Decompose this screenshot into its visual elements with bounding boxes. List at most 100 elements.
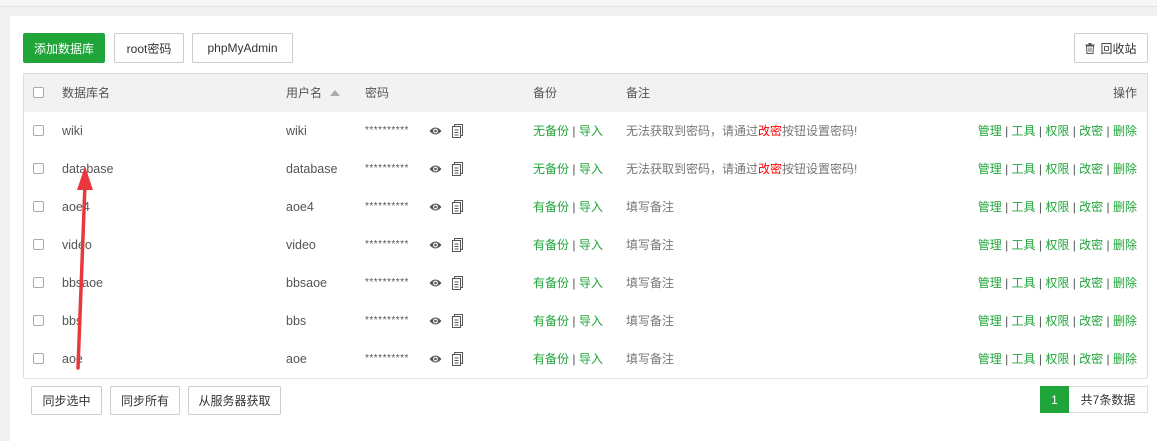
table-row: wiki wiki ********** 无备份 | 导入 无法获取到密码，请通过改密按…: [24, 112, 1147, 151]
tools-link[interactable]: 工具: [1012, 314, 1036, 328]
change-password-link[interactable]: 改密: [1079, 124, 1103, 138]
fetch-from-server-button[interactable]: 从服务器获取: [188, 386, 281, 415]
permissions-link[interactable]: 权限: [1045, 124, 1069, 138]
eye-icon[interactable]: [429, 126, 442, 136]
backup-status-link[interactable]: 有备份: [533, 276, 569, 290]
table-row: bbsaoe bbsaoe ********** 有备份 | 导入 填写备注 管理 | 工…: [24, 264, 1147, 303]
recycle-bin-button[interactable]: 回收站: [1074, 33, 1148, 63]
phpmyadmin-button[interactable]: phpMyAdmin: [192, 33, 293, 63]
copy-icon[interactable]: [452, 314, 463, 328]
col-header-ops: 操作: [1112, 86, 1137, 100]
change-password-link[interactable]: 改密: [1079, 238, 1103, 252]
row-checkbox[interactable]: [33, 201, 44, 212]
db-name: bbs: [62, 314, 83, 328]
table-row: bbs bbs ********** 有备份 | 导入 填写备注 管理 | 工具 | 权限…: [24, 302, 1147, 341]
change-password-link[interactable]: 改密: [1079, 162, 1103, 176]
delete-link[interactable]: 删除: [1113, 200, 1137, 214]
delete-link[interactable]: 删除: [1113, 162, 1137, 176]
change-password-hint-link[interactable]: 改密: [758, 124, 782, 138]
delete-link[interactable]: 删除: [1113, 276, 1137, 290]
manage-link[interactable]: 管理: [978, 314, 1002, 328]
import-link[interactable]: 导入: [579, 162, 603, 176]
eye-icon[interactable]: [429, 278, 442, 288]
note-text: 填写备注: [626, 200, 675, 214]
copy-icon[interactable]: [452, 276, 463, 290]
manage-link[interactable]: 管理: [978, 352, 1002, 366]
backup-status-link[interactable]: 有备份: [533, 314, 569, 328]
import-link[interactable]: 导入: [579, 276, 603, 290]
row-checkbox[interactable]: [33, 163, 44, 174]
row-checkbox[interactable]: [33, 239, 44, 250]
delete-link[interactable]: 删除: [1113, 314, 1137, 328]
note-field[interactable]: 无法获取到密码，请通过改密按钮设置密码!: [626, 112, 857, 150]
permissions-link[interactable]: 权限: [1045, 200, 1069, 214]
eye-icon[interactable]: [429, 240, 442, 250]
sync-selected-button[interactable]: 同步选中: [31, 386, 102, 415]
backup-status-link[interactable]: 有备份: [533, 238, 569, 252]
eye-icon[interactable]: [429, 202, 442, 212]
add-database-button[interactable]: 添加数据库: [23, 33, 105, 63]
note-field[interactable]: 填写备注: [626, 226, 674, 264]
change-password-link[interactable]: 改密: [1079, 314, 1103, 328]
tools-link[interactable]: 工具: [1012, 276, 1036, 290]
row-checkbox[interactable]: [33, 353, 44, 364]
eye-icon[interactable]: [429, 354, 442, 364]
row-checkbox[interactable]: [33, 277, 44, 288]
permissions-link[interactable]: 权限: [1045, 314, 1069, 328]
change-password-link[interactable]: 改密: [1079, 276, 1103, 290]
note-field[interactable]: 填写备注: [626, 302, 674, 340]
permissions-link[interactable]: 权限: [1045, 276, 1069, 290]
note-field[interactable]: 填写备注: [626, 340, 674, 378]
col-header-user[interactable]: 用户名: [286, 74, 341, 112]
copy-icon[interactable]: [452, 200, 463, 214]
backup-status-link[interactable]: 无备份: [533, 162, 569, 176]
tools-link[interactable]: 工具: [1012, 352, 1036, 366]
eye-icon[interactable]: [429, 316, 442, 326]
row-checkbox[interactable]: [33, 125, 44, 136]
tools-link[interactable]: 工具: [1012, 200, 1036, 214]
db-password: **********: [365, 277, 409, 288]
db-password: **********: [365, 125, 409, 136]
delete-link[interactable]: 删除: [1113, 352, 1137, 366]
delete-link[interactable]: 删除: [1113, 124, 1137, 138]
note-field[interactable]: 填写备注: [626, 188, 674, 226]
tools-link[interactable]: 工具: [1012, 124, 1036, 138]
import-link[interactable]: 导入: [579, 124, 603, 138]
note-field[interactable]: 无法获取到密码，请通过改密按钮设置密码!: [626, 150, 857, 188]
import-link[interactable]: 导入: [579, 314, 603, 328]
db-name: bbsaoe: [62, 276, 104, 290]
backup-status-link[interactable]: 有备份: [533, 352, 569, 366]
permissions-link[interactable]: 权限: [1045, 352, 1069, 366]
row-checkbox[interactable]: [33, 315, 44, 326]
db-user: database: [286, 162, 338, 176]
tools-link[interactable]: 工具: [1012, 238, 1036, 252]
delete-link[interactable]: 删除: [1113, 238, 1137, 252]
manage-link[interactable]: 管理: [978, 124, 1002, 138]
tools-link[interactable]: 工具: [1012, 162, 1036, 176]
sort-asc-icon: [330, 90, 341, 96]
permissions-link[interactable]: 权限: [1045, 162, 1069, 176]
copy-icon[interactable]: [452, 238, 463, 252]
backup-status-link[interactable]: 无备份: [533, 124, 569, 138]
copy-icon[interactable]: [452, 124, 463, 138]
manage-link[interactable]: 管理: [978, 200, 1002, 214]
permissions-link[interactable]: 权限: [1045, 238, 1069, 252]
eye-icon[interactable]: [429, 164, 442, 174]
change-password-link[interactable]: 改密: [1079, 352, 1103, 366]
import-link[interactable]: 导入: [579, 238, 603, 252]
change-password-hint-link[interactable]: 改密: [758, 162, 782, 176]
change-password-link[interactable]: 改密: [1079, 200, 1103, 214]
import-link[interactable]: 导入: [579, 352, 603, 366]
copy-icon[interactable]: [452, 352, 463, 366]
backup-status-link[interactable]: 有备份: [533, 200, 569, 214]
note-field[interactable]: 填写备注: [626, 264, 674, 302]
page-1-button[interactable]: 1: [1040, 386, 1069, 413]
root-password-button[interactable]: root密码: [114, 33, 184, 63]
manage-link[interactable]: 管理: [978, 276, 1002, 290]
sync-all-button[interactable]: 同步所有: [110, 386, 180, 415]
select-all-checkbox[interactable]: [33, 87, 44, 98]
manage-link[interactable]: 管理: [978, 162, 1002, 176]
import-link[interactable]: 导入: [579, 200, 603, 214]
manage-link[interactable]: 管理: [978, 238, 1002, 252]
copy-icon[interactable]: [452, 162, 463, 176]
